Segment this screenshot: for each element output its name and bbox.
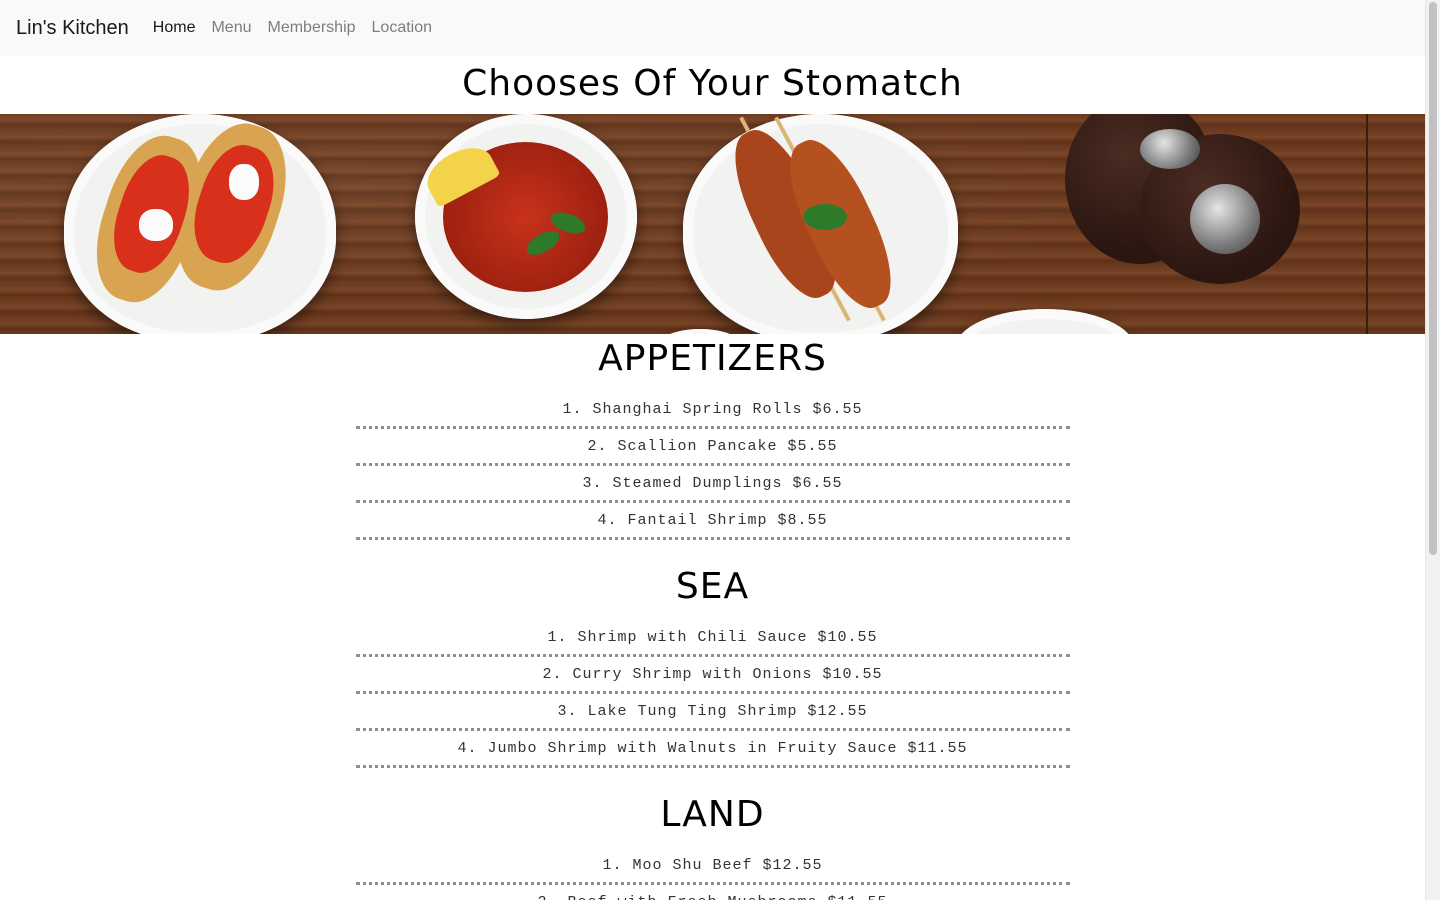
navbar: Lin's Kitchen Home Menu Membership Locat… — [0, 0, 1425, 56]
menu-list: APPETIZERS 1. Shanghai Spring Rolls $6.5… — [355, 334, 1070, 900]
menu-item: 1. Shanghai Spring Rolls $6.55 — [355, 395, 1070, 429]
menu-item: 1. Moo Shu Beef $12.55 — [355, 851, 1070, 885]
nav-link-location[interactable]: Location — [372, 19, 433, 37]
food-banner-image — [0, 114, 1425, 334]
vertical-scrollbar[interactable] — [1425, 0, 1440, 900]
nav-link-home[interactable]: Home — [153, 19, 196, 37]
grinder-top — [1190, 184, 1260, 254]
menu-item: 4. Jumbo Shrimp with Walnuts in Fruity S… — [355, 734, 1070, 768]
nav-link-menu[interactable]: Menu — [211, 19, 251, 37]
scrollbar-thumb[interactable] — [1429, 2, 1437, 555]
menu-item: 4. Fantail Shrimp $8.55 — [355, 506, 1070, 540]
menu-item: 2. Curry Shrimp with Onions $10.55 — [355, 660, 1070, 694]
brand-link[interactable]: Lin's Kitchen — [16, 17, 129, 40]
menu-section-sea: SEA 1. Shrimp with Chili Sauce $10.55 2.… — [355, 562, 1070, 768]
bottom-plate-right — [955, 309, 1135, 334]
menu-item: 3. Lake Tung Ting Shrimp $12.55 — [355, 697, 1070, 731]
stew-bowl — [415, 114, 637, 319]
banner-seam — [1366, 114, 1368, 334]
section-title: SEA — [675, 566, 750, 607]
menu-section-land: LAND 1. Moo Shu Beef $12.55 2. Beef with… — [355, 790, 1070, 900]
skewer-plate — [683, 114, 958, 334]
menu-item: 1. Shrimp with Chili Sauce $10.55 — [355, 623, 1070, 657]
nav-link-membership[interactable]: Membership — [268, 19, 356, 37]
section-title: APPETIZERS — [598, 338, 827, 379]
bottom-plate — [655, 329, 745, 334]
menu-item: 2. Beef with Fresh Mushrooms $11.55 — [356, 888, 1070, 900]
section-title: LAND — [660, 794, 765, 835]
page-title: Chooses Of Your Stomatch — [462, 63, 963, 104]
grinder-top-2 — [1140, 129, 1200, 169]
bruschetta-plate — [64, 114, 336, 334]
menu-item: 3. Steamed Dumplings $6.55 — [355, 469, 1070, 503]
menu-section-appetizers: APPETIZERS 1. Shanghai Spring Rolls $6.5… — [355, 334, 1070, 540]
page: Lin's Kitchen Home Menu Membership Locat… — [0, 0, 1425, 900]
menu-item: 2. Scallion Pancake $5.55 — [355, 432, 1070, 466]
